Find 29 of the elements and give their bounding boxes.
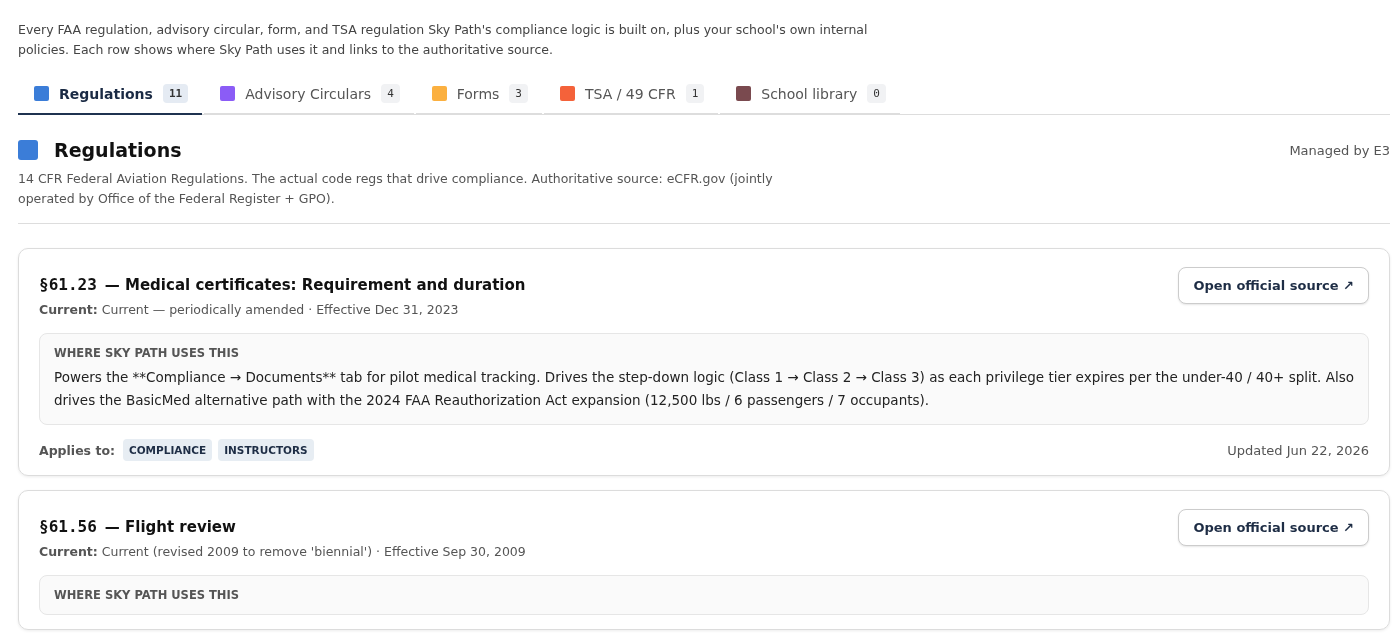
section-description: 14 CFR Federal Aviation Regulations. The actual code regs that drive compliance. Authoritative source: eCFR.gov (jointly operated by Office of the Federal Register + GPO). xyxy=(18,170,774,208)
module-tag: INSTRUCTORS xyxy=(218,439,314,461)
category-tab[interactable]: TSA / 49 CFR 1 xyxy=(543,76,719,115)
regulation-title: — Flight review xyxy=(104,518,236,536)
open-source-button[interactable]: Open official source ↗ xyxy=(1178,509,1369,546)
count-badge: 4 xyxy=(381,84,400,103)
category-tab[interactable]: Regulations 11 xyxy=(18,76,203,115)
managed-by-text: Managed by E3 xyxy=(1289,142,1390,158)
regulation-code: §61.23 xyxy=(39,275,97,294)
updated-date: Updated Jun 22, 2026 xyxy=(1227,442,1369,458)
applies-to-label: Applies to: xyxy=(39,442,115,458)
usage-text: Powers the **Compliance → Documents** tab for pilot medical tracking. Drives the step-down logic (Class 1 → Class 2 → Class 3) as each privilege tier expires per the under-40 / 40+ split. Also drives the BasicMed alternative path with the 2024 FAA Reauthorization Act expansion (12,500 lbs / 6 passengers / 7 occupants). xyxy=(54,368,1354,410)
count-badge: 1 xyxy=(685,84,705,103)
category-tab[interactable]: School library 0 xyxy=(720,76,900,115)
module-tag: COMPLIANCE xyxy=(123,439,213,461)
category-tab[interactable]: Advisory Circulars 4 xyxy=(204,76,414,115)
count-badge: 3 xyxy=(509,84,528,103)
usage-label: WHERE SKY PATH USES THIS xyxy=(54,588,241,602)
current-status-text: Current: Current — periodically amended · Effective Dec 31, 2023 xyxy=(39,302,460,317)
category-tab[interactable]: Forms 3 xyxy=(415,76,542,115)
section-title: Regulations xyxy=(54,139,182,161)
count-badge: 11 xyxy=(162,84,189,103)
open-source-button[interactable]: Open official source ↗ xyxy=(1178,267,1369,304)
regulation-title: — Medical certificates: Requirement and duration xyxy=(104,276,526,294)
usage-label: WHERE SKY PATH USES THIS xyxy=(54,346,241,360)
regulation-code: §61.56 xyxy=(39,517,97,536)
current-status-text: Current: Current (revised 2009 to remove 'biennial') · Effective Sep 30, 2009 xyxy=(39,544,526,559)
intro-text: Every FAA regulation, advisory circular, form, and TSA regulation Sky Path's compliance logic is built on, plus your school's own internal policies. Each row shows where Sky Path uses it and links to the authoritative source. xyxy=(18,21,869,59)
count-badge: 0 xyxy=(867,84,886,103)
